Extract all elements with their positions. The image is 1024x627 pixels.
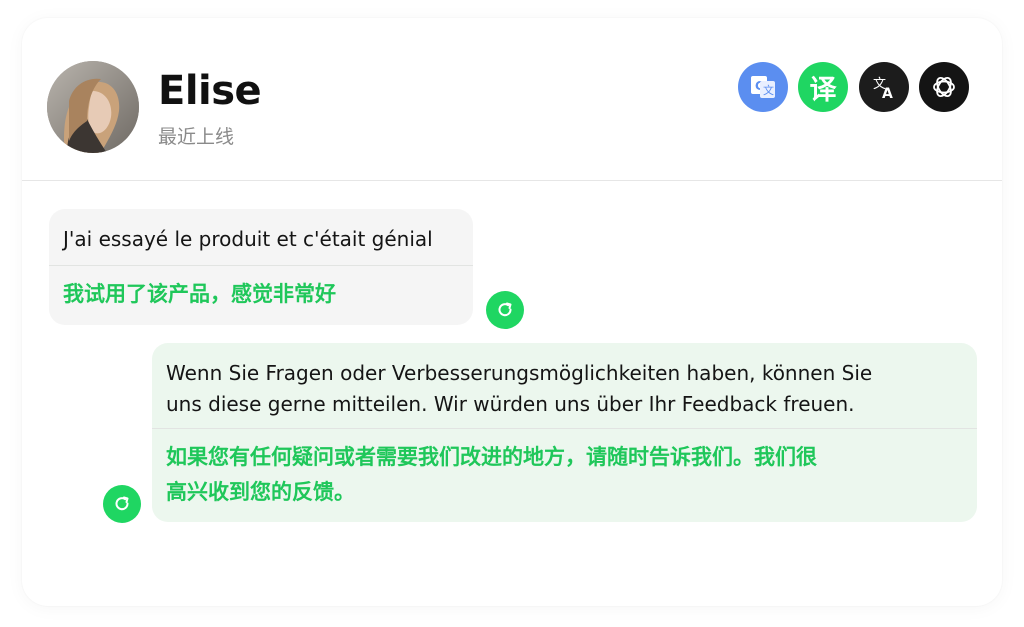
contact-name: Elise <box>158 68 262 114</box>
message-translation: 我试用了该产品，感觉非常好 <box>63 282 336 306</box>
avatar-image <box>47 61 139 153</box>
message-text: J'ai essayé le produit et c'était génial <box>63 227 433 251</box>
message-translation-line-1: 如果您有任何疑问或者需要我们改进的地方，请随时告诉我们。我们很 <box>166 445 817 469</box>
refresh-icon <box>498 302 512 317</box>
svg-text:文: 文 <box>763 83 774 97</box>
translation-divider <box>152 428 977 429</box>
retranslate-button[interactable] <box>103 485 141 523</box>
message-bubble-incoming[interactable]: J'ai essayé le produit et c'était génial… <box>49 209 473 325</box>
message-bubble-outgoing[interactable]: Wenn Sie Fragen oder Verbesserungsmöglic… <box>152 343 977 522</box>
avatar[interactable] <box>47 61 139 153</box>
message-translation-line-2: 高兴收到您的反馈。 <box>166 480 355 504</box>
yi-translate-icon: 译 <box>809 74 837 106</box>
openai-icon <box>933 77 955 97</box>
google-translate-icon: G 文 <box>751 76 775 98</box>
message-text-line-2: uns diese gerne mitteilen. Wir würden un… <box>166 392 855 416</box>
google-translate-button[interactable]: G 文 <box>738 62 788 112</box>
message-text-line-1: Wenn Sie Fragen oder Verbesserungsmöglic… <box>166 361 873 385</box>
yi-translate-button[interactable]: 译 <box>798 62 848 112</box>
contact-status: 最近上线 <box>158 126 235 148</box>
translation-divider <box>49 265 473 266</box>
header-divider <box>22 180 1002 181</box>
svg-text:A: A <box>882 86 893 101</box>
deepl-translate-button[interactable]: 文 A <box>859 62 909 112</box>
deepl-translate-icon: 文 A <box>873 77 893 101</box>
refresh-icon <box>115 496 129 511</box>
openai-button[interactable] <box>919 62 969 112</box>
retranslate-button[interactable] <box>486 291 524 329</box>
